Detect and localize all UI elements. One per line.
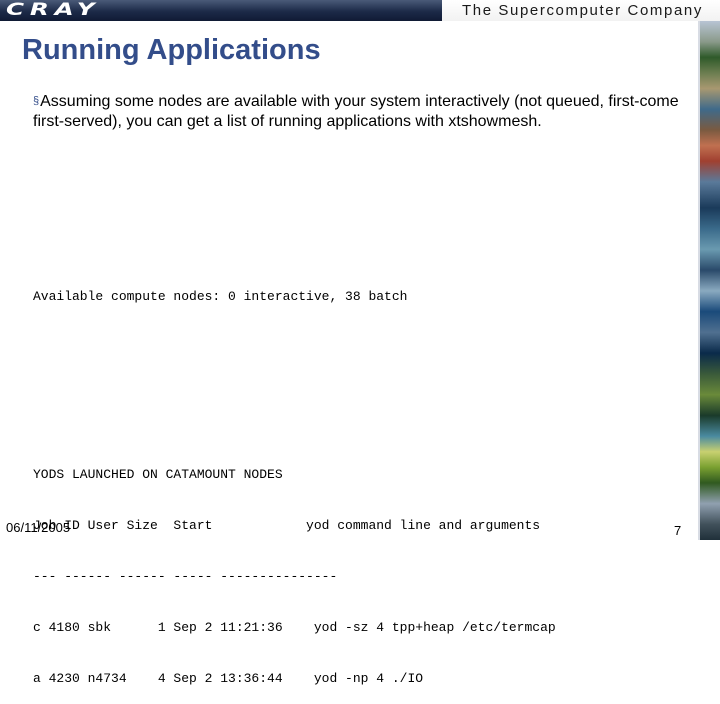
bullet-marker-icon: § bbox=[33, 95, 40, 107]
bullet-paragraph: §Assuming some nodes are available with … bbox=[33, 91, 693, 132]
cray-logo: CRAY bbox=[6, 0, 101, 20]
yod-table: YODS LAUNCHED ON CATAMOUNT NODES Job ID … bbox=[33, 432, 556, 704]
table-separator: --- ------ ------ ----- --------------- bbox=[33, 569, 338, 584]
table-row: a 4230 n4734 4 Sep 2 13:36:44 yod -np 4 … bbox=[33, 671, 424, 686]
node-summary-line: Available compute nodes: 0 interactive, … bbox=[33, 289, 408, 304]
table-heading: YODS LAUNCHED ON CATAMOUNT NODES bbox=[33, 467, 283, 482]
bullet-text: Assuming some nodes are available with y… bbox=[33, 93, 679, 130]
page-number: 7 bbox=[674, 523, 682, 538]
decorative-photo-strip bbox=[700, 21, 720, 540]
table-header-row: Job ID User Size Start yod command line … bbox=[33, 518, 541, 533]
company-tagline: The Supercomputer Company bbox=[462, 2, 703, 19]
slide-title: Running Applications bbox=[22, 34, 321, 66]
table-row: c 4180 sbk 1 Sep 2 11:21:36 yod -sz 4 tp… bbox=[33, 620, 556, 635]
footer-date: 06/11/2005 bbox=[6, 520, 71, 535]
